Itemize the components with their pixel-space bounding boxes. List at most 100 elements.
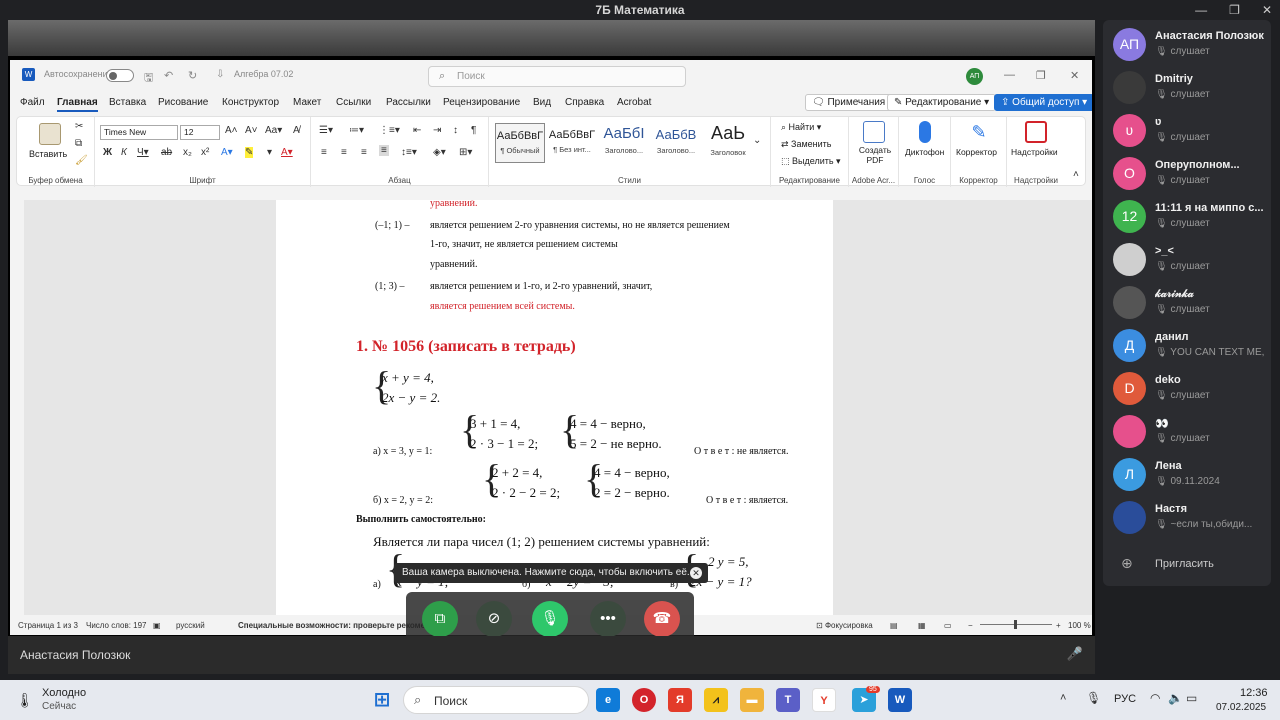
- autosave-toggle[interactable]: [106, 69, 134, 82]
- subscript-icon[interactable]: x₂: [183, 147, 192, 158]
- word-minimize-icon[interactable]: —: [1004, 69, 1015, 81]
- maximize-icon[interactable]: ❐: [1229, 0, 1240, 20]
- opera-icon[interactable]: O: [632, 688, 656, 712]
- sort-icon[interactable]: ↕: [453, 125, 458, 136]
- participant[interactable]: Настя 🎙︎ ~если ты,обиди...: [1103, 497, 1271, 540]
- paste-icon[interactable]: [39, 123, 61, 145]
- change-case-icon[interactable]: Aa▾: [265, 125, 282, 136]
- create-pdf-icon[interactable]: [863, 121, 885, 143]
- menu-view[interactable]: Вид: [533, 97, 551, 108]
- show-marks-icon[interactable]: ¶: [471, 125, 476, 136]
- wifi-icon[interactable]: ◠: [1150, 691, 1160, 705]
- input-language[interactable]: РУС: [1114, 693, 1136, 705]
- editor-button[interactable]: Корректор: [956, 147, 997, 157]
- close-icon[interactable]: ✕: [1262, 0, 1272, 20]
- superscript-icon[interactable]: x²: [201, 147, 209, 158]
- end-call-button[interactable]: ☎: [644, 601, 680, 637]
- editing-mode-button[interactable]: ✎ Редактирование ▾: [887, 94, 997, 111]
- format-painter-icon[interactable]: 🖌: [75, 155, 88, 166]
- text-effects-icon[interactable]: A▾: [221, 147, 233, 158]
- menu-help[interactable]: Справка: [565, 97, 604, 108]
- font-name-box[interactable]: Times New Roman: [100, 125, 178, 140]
- italic-icon[interactable]: К: [121, 147, 127, 158]
- shading-icon[interactable]: ◈▾: [433, 147, 446, 158]
- participant[interactable]: О Оперуполном... 🎙︎ слушает: [1103, 153, 1271, 196]
- focus-mode-button[interactable]: ⊡ Фокусировка: [816, 621, 873, 630]
- multilevel-list-icon[interactable]: ⋮≡▾: [379, 125, 400, 136]
- word-count[interactable]: Число слов: 197: [86, 621, 146, 630]
- menu-draw[interactable]: Рисование: [158, 97, 208, 108]
- menu-acrobat[interactable]: Acrobat: [617, 97, 651, 108]
- language-indicator[interactable]: русский: [176, 621, 205, 630]
- cut-icon[interactable]: ✂: [75, 121, 83, 132]
- participant[interactable]: АП Анастасия Полозюк 🎙︎ слушает: [1103, 24, 1271, 67]
- word-maximize-icon[interactable]: ❐: [1036, 69, 1046, 82]
- taskbar-search[interactable]: ⌕ Поиск: [403, 686, 589, 714]
- minimize-icon[interactable]: —: [1195, 0, 1207, 20]
- camera-off-tooltip[interactable]: Ваша камера выключена. Нажмите сюда, что…: [394, 563, 708, 583]
- collapse-ribbon-icon[interactable]: ˄: [1073, 169, 1079, 180]
- participant[interactable]: Д данил 🎙︎ YOU CAN TEXT ME, Y...: [1103, 325, 1271, 368]
- teams-icon[interactable]: T: [776, 688, 800, 712]
- spelling-icon[interactable]: ▣: [153, 621, 161, 630]
- addins-button[interactable]: Надстройки: [1011, 147, 1058, 157]
- weather-icon[interactable]: 🌡: [16, 692, 34, 709]
- decrease-indent-icon[interactable]: ⇤: [413, 125, 421, 136]
- web-layout-icon[interactable]: ▭: [944, 621, 952, 630]
- screen-share-button[interactable]: ⧉: [422, 601, 458, 637]
- zoom-level[interactable]: 100 %: [1068, 621, 1091, 630]
- invite-button[interactable]: ⊕ Пригласить: [1103, 545, 1271, 588]
- document-name[interactable]: Алгебра 07.02: [234, 69, 293, 79]
- align-left-icon[interactable]: ≡: [321, 147, 327, 158]
- battery-icon[interactable]: ▭: [1186, 691, 1197, 705]
- editor-icon[interactable]: ✎: [968, 121, 990, 143]
- document-area[interactable]: уравнений. (–1; 1) – является решением 2…: [24, 200, 1092, 615]
- style-title[interactable]: АаЬ Заголовок: [703, 123, 753, 163]
- participant[interactable]: Л Лена 🎙︎ 09.11.2024: [1103, 454, 1271, 497]
- comments-button[interactable]: 🗨 Примечания: [805, 94, 893, 111]
- style-heading1[interactable]: АаБбI Заголово...: [599, 123, 649, 163]
- style-normal[interactable]: АаБбВвГ ¶ Обычный: [495, 123, 545, 163]
- microphone-icon[interactable]: [919, 121, 931, 143]
- clock-time[interactable]: 12:36: [1240, 687, 1268, 699]
- volume-icon[interactable]: 🔈: [1168, 691, 1183, 705]
- page-counter[interactable]: Страница 1 из 3: [18, 621, 78, 630]
- miro-icon[interactable]: ⩘: [704, 688, 728, 712]
- start-icon[interactable]: ⊞: [370, 688, 394, 712]
- yandex-icon[interactable]: Я: [668, 688, 692, 712]
- zoom-in-icon[interactable]: +: [1056, 621, 1061, 630]
- document-page[interactable]: уравнений. (–1; 1) – является решением 2…: [276, 200, 833, 615]
- replace-button[interactable]: ⇄ Заменить: [781, 139, 832, 150]
- tray-mic-icon[interactable]: 🎙: [1086, 691, 1101, 705]
- clear-format-icon[interactable]: A̸: [293, 125, 300, 136]
- create-pdf-button[interactable]: Создать PDF: [855, 145, 895, 165]
- select-button[interactable]: ⬚ Выделить ▾: [781, 156, 841, 167]
- participant[interactable]: D deko 🎙︎ слушает: [1103, 368, 1271, 411]
- edge-icon[interactable]: e: [596, 688, 620, 712]
- borders-icon[interactable]: ⊞▾: [459, 147, 472, 158]
- menu-design[interactable]: Конструктор: [222, 97, 279, 108]
- underline-icon[interactable]: Ч▾: [137, 147, 149, 158]
- bold-icon[interactable]: Ж: [103, 147, 112, 158]
- word-search-box[interactable]: ⌕ Поиск: [428, 66, 686, 87]
- font-size-box[interactable]: 12: [180, 125, 220, 140]
- participant[interactable]: ʋ ʋ 🎙︎ слушает: [1103, 110, 1271, 153]
- align-right-icon[interactable]: ≡: [361, 147, 367, 158]
- styles-more-icon[interactable]: ⌄: [753, 135, 761, 146]
- highlight-dropdown-icon[interactable]: ▾: [267, 147, 272, 158]
- camera-off-button[interactable]: ⊘: [476, 601, 512, 637]
- save-icon[interactable]: 🖫: [144, 69, 153, 88]
- tray-chevron-icon[interactable]: ˄: [1060, 692, 1066, 704]
- find-button[interactable]: ⌕ Найти ▾: [781, 122, 821, 133]
- increase-indent-icon[interactable]: ⇥: [433, 125, 441, 136]
- menu-references[interactable]: Ссылки: [336, 97, 371, 108]
- copy-icon[interactable]: ⧉: [75, 138, 82, 149]
- participant[interactable]: >_< 🎙︎ слушает: [1103, 239, 1271, 282]
- style-heading2[interactable]: АаБбВ Заголово...: [651, 123, 701, 163]
- user-avatar[interactable]: АП: [966, 68, 983, 85]
- zoom-out-icon[interactable]: −: [968, 621, 973, 630]
- numbering-icon[interactable]: ≔▾: [349, 125, 364, 136]
- word-icon[interactable]: W: [888, 688, 912, 712]
- highlight-icon[interactable]: ✎: [245, 147, 254, 158]
- word-close-icon[interactable]: ✕: [1070, 69, 1079, 82]
